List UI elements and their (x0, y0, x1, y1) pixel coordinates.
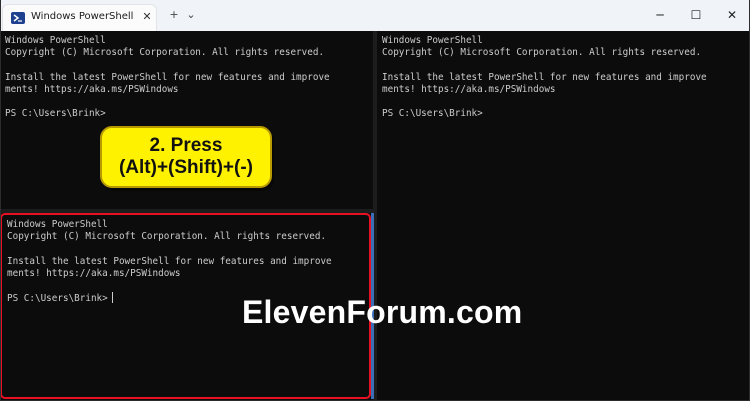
terminal-line: ments! https://aka.ms/PSWindows (7, 267, 181, 279)
title-bar: Windows PowerShell ✕ + ⌄ ─ ☐ ✕ (0, 0, 750, 32)
terminal-pane-right[interactable]: Windows PowerShell Copyright (C) Microsof… (377, 31, 750, 401)
text-cursor (111, 292, 113, 304)
terminal-line: Install the latest PowerShell for new fe… (7, 255, 332, 267)
terminal-line: Install the latest PowerShell for new fe… (5, 71, 330, 83)
terminal-prompt: PS C:\Users\Brink> (5, 108, 106, 120)
terminal-line: Copyright (C) Microsoft Corporation. All… (382, 47, 702, 59)
site-watermark: ElevenForum.com (242, 294, 523, 330)
powershell-icon (11, 12, 25, 24)
terminal-line: ments! https://aka.ms/PSWindows (5, 83, 179, 95)
terminal-line: Windows PowerShell (7, 219, 108, 230)
tab-title: Windows PowerShell (31, 11, 134, 22)
callout-step: 2. Press (149, 135, 223, 156)
terminal-line: Copyright (C) Microsoft Corporation. All… (7, 231, 327, 243)
terminal-prompt: PS C:\Users\Brink> (7, 293, 108, 305)
minimize-button[interactable]: ─ (642, 0, 678, 31)
tab-close-icon[interactable]: ✕ (140, 10, 154, 24)
terminal-window: Windows PowerShell ✕ + ⌄ ─ ☐ ✕ Windows P… (0, 0, 750, 401)
callout-shortcut: (Alt)+(Shift)+(-) (118, 157, 254, 178)
tab-windows-powershell[interactable]: Windows PowerShell ✕ (2, 4, 157, 31)
terminal-line: Windows PowerShell (5, 35, 106, 46)
close-window-button[interactable]: ✕ (714, 0, 750, 31)
terminal-prompt: PS C:\Users\Brink> (382, 108, 483, 120)
instruction-callout: 2. Press (Alt)+(Shift)+(-) (100, 126, 272, 188)
new-tab-button[interactable]: + (166, 7, 182, 23)
terminal-line: Install the latest PowerShell for new fe… (382, 71, 707, 83)
terminal-line: ments! https://aka.ms/PSWindows (382, 83, 556, 95)
tab-dropdown-button[interactable]: ⌄ (183, 7, 199, 23)
maximize-button[interactable]: ☐ (678, 0, 714, 31)
terminal-line: Copyright (C) Microsoft Corporation. All… (5, 47, 325, 59)
terminal-line: Windows PowerShell (382, 35, 483, 46)
